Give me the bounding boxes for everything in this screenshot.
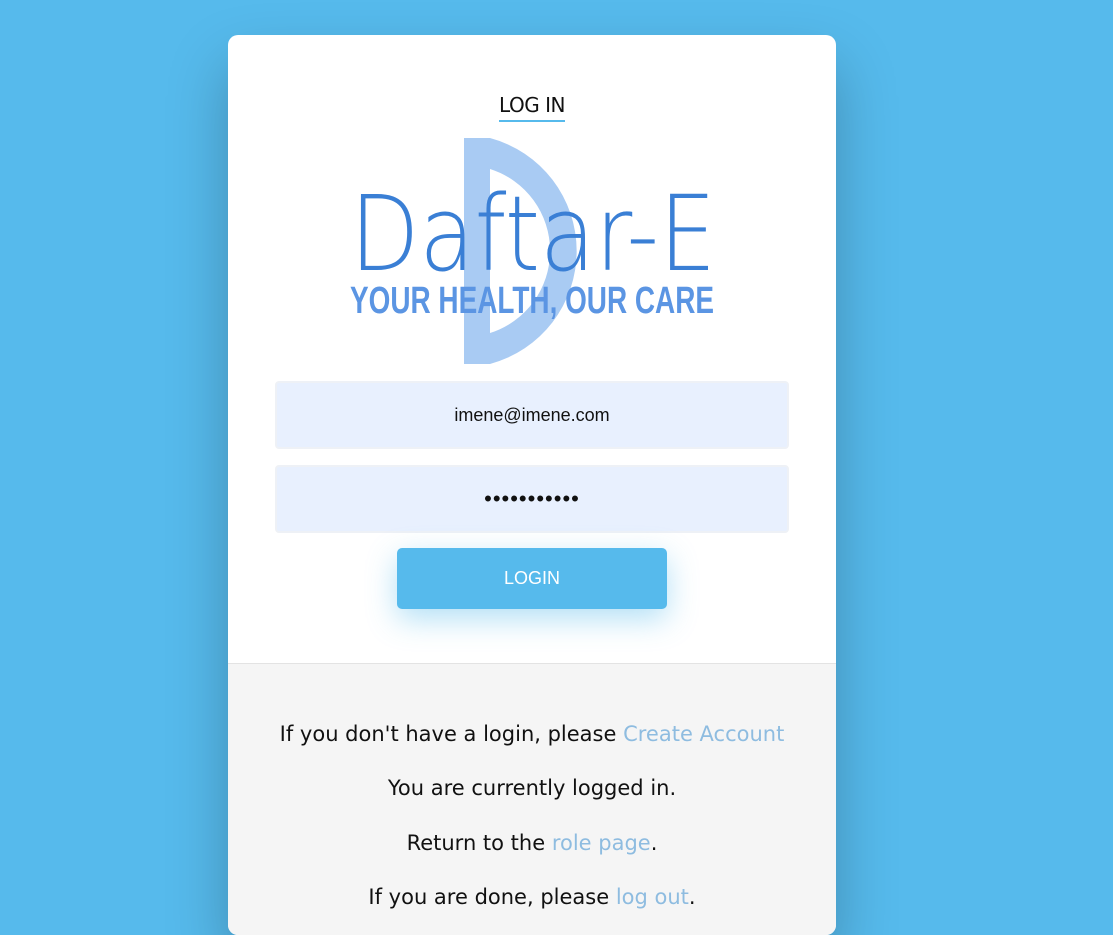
email-field[interactable]	[275, 381, 789, 449]
logged-in-status: You are currently logged in.	[387, 776, 677, 800]
password-field[interactable]	[275, 465, 789, 533]
create-account-link[interactable]: Create Account	[623, 722, 784, 746]
account-footer: If you don't have a login, please Create…	[228, 663, 836, 935]
login-heading-label: LOG IN	[499, 93, 565, 122]
role-page-link[interactable]: role page	[552, 831, 651, 855]
daftar-e-logo: Daftar-E YOUR HEALTH, OUR CARE	[350, 138, 716, 364]
login-heading: LOG IN	[228, 93, 836, 122]
create-account-line: If you don't have a login, please Create…	[279, 722, 785, 746]
logo-tagline: YOUR HEALTH, OUR CARE	[350, 280, 714, 322]
login-card: LOG IN Daftar-E YOUR HEALTH, OUR CARE LO…	[228, 35, 836, 935]
login-button[interactable]: LOGIN	[397, 548, 667, 609]
logo-name: Daftar-E	[350, 173, 716, 295]
log-out-link[interactable]: log out	[616, 885, 689, 909]
role-page-line: Return to the role page.	[406, 831, 658, 855]
log-out-line: If you are done, please log out.	[368, 885, 696, 909]
